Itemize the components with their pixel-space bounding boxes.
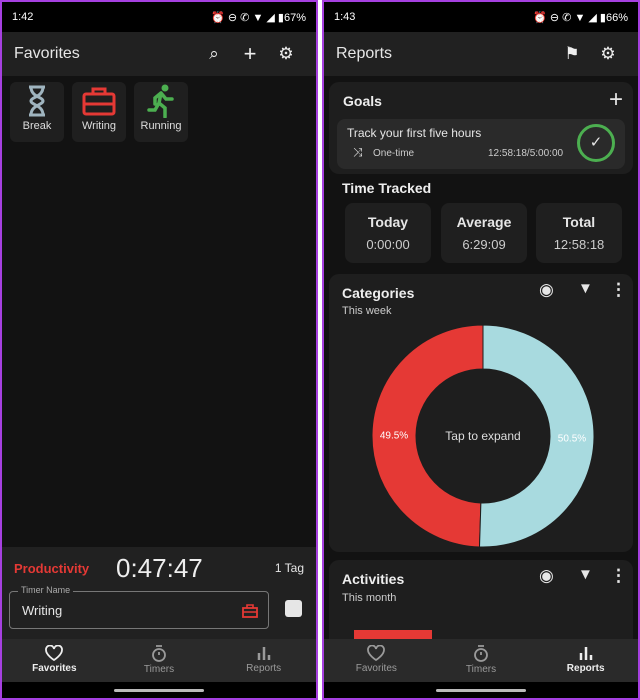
- goals-title: Goals: [343, 93, 382, 109]
- categories-donut-chart[interactable]: 49.5% 50.5% Tap to expand: [329, 312, 637, 552]
- app-bar: Favorites ⌕ + ⚙: [2, 32, 316, 76]
- bar-chart-icon: [257, 647, 270, 660]
- slice-label: 50.5%: [558, 433, 586, 444]
- nav-label: Favorites: [355, 663, 397, 674]
- briefcase-icon: [242, 604, 258, 618]
- visibility-icon[interactable]: ◉: [539, 566, 554, 586]
- battery-level: 67%: [283, 11, 306, 24]
- slice-label: 49.5%: [380, 431, 408, 442]
- filter-icon[interactable]: ▼: [578, 566, 593, 583]
- favorite-label: Writing: [81, 120, 117, 132]
- gesture-bar: [2, 682, 316, 698]
- status-icons: ⏰ ⊖ ✆ ▼ ◢ ▮66%: [533, 11, 628, 24]
- status-bar: 1:42 ⏰ ⊖ ✆ ▼ ◢ ▮67%: [2, 2, 316, 32]
- reports-screen: 1:43 ⏰ ⊖ ✆ ▼ ◢ ▮66% Reports ⚑ ⚙ Goals + …: [322, 0, 640, 700]
- nav-reports[interactable]: Reports: [211, 639, 316, 682]
- timer-tags[interactable]: 1 Tag: [275, 561, 304, 575]
- more-options-icon[interactable]: ⋮: [610, 280, 627, 300]
- favorite-running[interactable]: Running: [134, 82, 188, 142]
- goal-item[interactable]: Track your first five hours ⤨ One-time 1…: [337, 119, 625, 169]
- visibility-off-icon[interactable]: ◉: [539, 280, 554, 300]
- stopwatch-icon: [152, 645, 166, 662]
- nav-timers[interactable]: Timers: [107, 639, 212, 682]
- favorite-label: Running: [140, 120, 182, 132]
- heart-icon: [367, 645, 386, 661]
- timer-name-value: Writing: [22, 603, 63, 618]
- nav-reports[interactable]: Reports: [533, 639, 638, 682]
- plus-icon[interactable]: +: [232, 41, 268, 67]
- favorite-break[interactable]: Break: [10, 82, 64, 142]
- shuffle-off-icon: ⤨: [353, 145, 363, 159]
- nav-label: Timers: [465, 664, 497, 675]
- heart-icon: [45, 645, 64, 661]
- more-options-icon[interactable]: ⋮: [610, 566, 627, 586]
- stat-average: Average 6:29:09: [441, 203, 527, 263]
- stat-value: 0:00:00: [366, 237, 410, 252]
- bar-chart-icon: [579, 647, 592, 660]
- activities-period[interactable]: This month: [342, 592, 396, 604]
- nav-timers[interactable]: Timers: [429, 639, 534, 682]
- status-time: 1:43: [334, 11, 356, 23]
- hourglass-icon: [29, 85, 45, 117]
- page-title: Favorites: [14, 45, 80, 62]
- bottom-nav: Favorites Timers Reports: [2, 639, 316, 682]
- filter-icon[interactable]: ▼: [578, 280, 593, 297]
- battery-level: 66%: [605, 11, 628, 24]
- page-title: Reports: [336, 45, 393, 62]
- status-icons: ⏰ ⊖ ✆ ▼ ◢ ▮67%: [211, 11, 306, 24]
- favorite-writing[interactable]: Writing: [72, 82, 126, 142]
- app-bar: Reports ⚑ ⚙: [324, 32, 638, 76]
- goal-title: Track your first five hours: [347, 126, 482, 140]
- goal-type: One-time: [373, 148, 415, 159]
- stat-total: Total 12:58:18: [536, 203, 622, 263]
- stat-today: Today 0:00:00: [345, 203, 431, 263]
- goal-complete-check-icon: ✓: [577, 124, 615, 162]
- gear-icon[interactable]: ⚙: [268, 44, 304, 64]
- goal-progress: 12:58:18/5:00:00: [488, 148, 564, 159]
- status-time: 1:42: [12, 11, 34, 23]
- flag-icon[interactable]: ⚑: [554, 44, 590, 64]
- timer-name-field[interactable]: Timer Name Writing: [9, 585, 269, 629]
- stat-value: 6:29:09: [462, 237, 506, 252]
- nav-favorites[interactable]: Favorites: [324, 639, 429, 682]
- stat-label: Total: [562, 214, 596, 230]
- gear-icon[interactable]: ⚙: [590, 44, 626, 64]
- bottom-nav: Favorites Timers Reports: [324, 639, 638, 682]
- running-icon: [147, 84, 174, 118]
- stopwatch-icon: [474, 645, 488, 662]
- favorites-screen: 1:42 ⏰ ⊖ ✆ ▼ ◢ ▮67% Favorites ⌕ + ⚙ Brea…: [0, 0, 318, 700]
- gesture-bar: [324, 682, 638, 698]
- briefcase-icon: [82, 87, 116, 116]
- status-bar: 1:43 ⏰ ⊖ ✆ ▼ ◢ ▮66%: [324, 2, 638, 32]
- timer-elapsed: 0:47:47: [116, 553, 203, 583]
- nav-label: Favorites: [32, 663, 77, 674]
- stat-value: 12:58:18: [553, 237, 605, 252]
- time-tracked-title: Time Tracked: [342, 180, 432, 196]
- goals-card: Goals + Track your first five hours ⤨ On…: [329, 82, 633, 174]
- nav-label: Reports: [246, 663, 282, 674]
- running-timer-panel: Productivity 0:47:47 1 Tag Timer Name Wr…: [2, 547, 316, 639]
- donut-center-label[interactable]: Tap to expand: [445, 429, 520, 443]
- nav-favorites[interactable]: Favorites: [2, 639, 107, 682]
- categories-card: Categories This week ◉ ▼ ⋮ 49.5% 50.5% Tap…: [329, 274, 633, 552]
- timer-category[interactable]: Productivity: [14, 561, 89, 576]
- nav-label: Reports: [566, 663, 605, 674]
- stat-label: Today: [367, 214, 409, 230]
- timer-name-label: Timer Name: [18, 585, 74, 595]
- categories-title: Categories: [342, 285, 415, 301]
- stop-button[interactable]: [285, 600, 302, 617]
- activities-title: Activities: [342, 571, 405, 587]
- search-icon[interactable]: ⌕: [196, 44, 232, 64]
- add-goal-button[interactable]: +: [609, 86, 623, 114]
- stat-label: Average: [456, 214, 512, 230]
- favorite-label: Break: [22, 120, 52, 132]
- nav-label: Timers: [143, 664, 175, 675]
